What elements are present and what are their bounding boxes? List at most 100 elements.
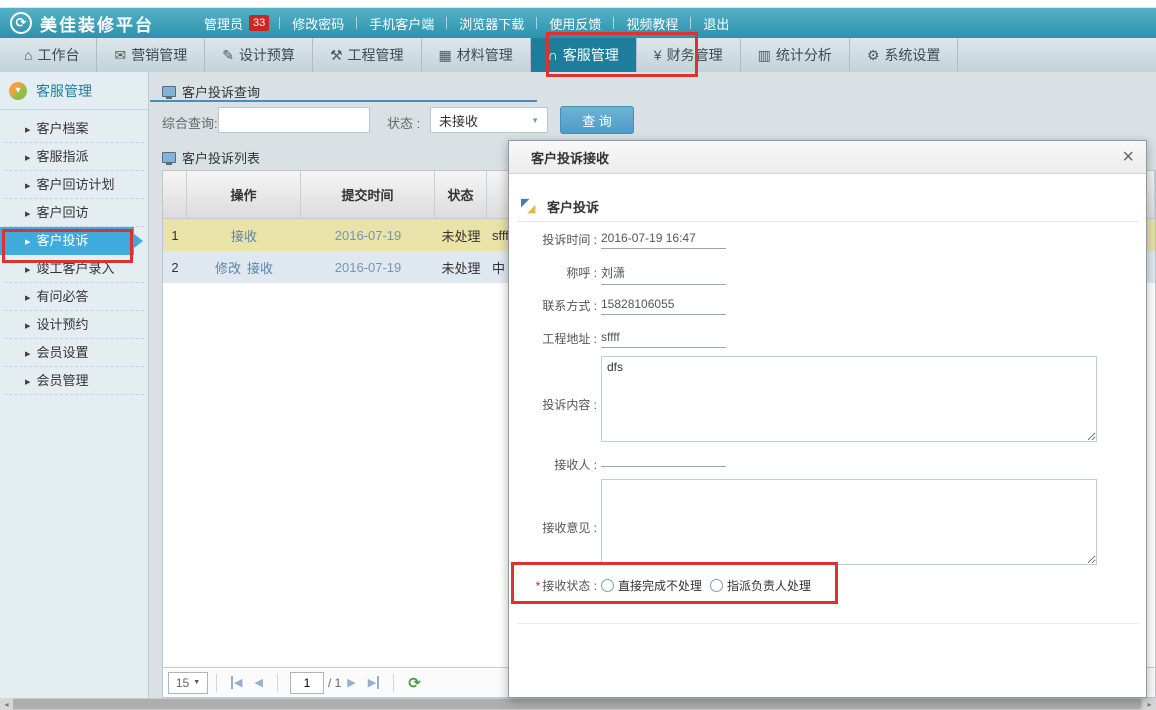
tab-finance[interactable]: ¥ 财务管理 [637, 38, 741, 72]
caret-right-icon: ▸ [25, 124, 31, 136]
status-select-value: 未接收 [439, 111, 478, 130]
tab-label: 工程管理 [348, 45, 404, 65]
module-tabbar: ⌂ 工作台 ✉ 营销管理 ✎ 设计预算 ⚒ 工程管理 ▦ 材料管理 ∩ 客服管理… [0, 38, 1156, 72]
chat-bubble-icon: ✉ [114, 47, 126, 64]
modify-link[interactable]: 修改 [215, 258, 241, 277]
complaint-content-textarea[interactable]: dfs [601, 356, 1097, 442]
receive-state-options: 直接完成不处理 指派负责人处理 [601, 577, 811, 594]
top-menu-browser-download[interactable]: 浏览器下载 [447, 14, 536, 33]
prev-page-button[interactable]: ◀ [254, 676, 262, 689]
sidebar-item-qa[interactable]: ▸有问必答 [4, 283, 144, 311]
row-number: 1 [163, 219, 187, 251]
tab-workbench[interactable]: ⌂ 工作台 [0, 38, 97, 72]
complaint-time-field: 2016-07-19 16:47 [601, 231, 726, 249]
monitor-icon [162, 86, 176, 97]
scroll-right-icon[interactable]: ▸ [1143, 698, 1156, 710]
home-icon: ⌂ [24, 47, 32, 63]
tab-marketing[interactable]: ✉ 营销管理 [97, 38, 205, 72]
tab-customer-service[interactable]: ∩ 客服管理 [531, 38, 637, 72]
top-menu-video-tutorial[interactable]: 视频教程 [614, 14, 690, 33]
receiver-field[interactable] [601, 453, 726, 467]
tab-statistics[interactable]: ▥ 统计分析 [741, 38, 850, 72]
caret-right-icon: ▸ [25, 320, 31, 332]
status-select[interactable]: 未接收 ▼ [430, 107, 548, 133]
scrollbar-thumb[interactable] [13, 699, 1141, 709]
horizontal-scrollbar[interactable]: ◂ ▸ [0, 698, 1156, 710]
top-menu: 管理员 33 修改密码 手机客户端 浏览器下载 使用反馈 视频教程 退出 [192, 14, 741, 33]
tab-label: 材料管理 [457, 45, 513, 65]
sidebar-item-member-manage[interactable]: ▸会员管理 [4, 367, 144, 395]
scroll-left-icon[interactable]: ◂ [0, 698, 13, 710]
grid-icon: ▦ [439, 47, 452, 64]
submit-time: 2016-07-19 [335, 228, 402, 243]
keyword-input[interactable] [218, 107, 370, 133]
caret-right-icon: ▸ [25, 152, 31, 164]
top-menu-user[interactable]: 管理员 [192, 14, 249, 33]
app-logo: ⟳ 美佳装修平台 [10, 11, 154, 36]
gear-icon: ⚙ [867, 47, 880, 64]
name-label: 称呼 : [509, 264, 597, 281]
status-value: 未处理 [435, 219, 487, 251]
sidebar-item-completed-entry[interactable]: ▸竣工客户录入 [4, 255, 144, 283]
receive-link[interactable]: 接收 [247, 258, 273, 277]
address-field: sffff [601, 330, 726, 348]
receive-opinion-textarea[interactable] [601, 479, 1097, 565]
tab-label: 系统设置 [884, 45, 940, 65]
receiver-label: 接收人 : [509, 456, 597, 473]
caret-right-icon: ▸ [25, 376, 31, 388]
dialog-titlebar[interactable]: 客户投诉接收 × [509, 141, 1146, 174]
sidebar-header[interactable]: ▾ 客服管理 [0, 72, 148, 110]
sidebar-item-member-settings[interactable]: ▸会员设置 [4, 339, 144, 367]
sidebar-item-design-booking[interactable]: ▸设计预约 [4, 311, 144, 339]
sidebar-item-visit-plan[interactable]: ▸客户回访计划 [4, 171, 144, 199]
section-divider [517, 221, 1138, 222]
sidebar-item-customer-visit[interactable]: ▸客户回访 [4, 199, 144, 227]
tab-label: 工作台 [37, 45, 79, 65]
list-panel-header: 客户投诉列表 [162, 148, 260, 167]
pager-divider [216, 674, 217, 692]
page-size-select[interactable]: 15 ▼ [168, 672, 208, 694]
edit-icon: ✎ [222, 47, 234, 64]
page-number-input[interactable] [290, 672, 324, 694]
submit-time: 2016-07-19 [335, 260, 402, 275]
sidebar: ▾ 客服管理 ▸客户档案 ▸客服指派 ▸客户回访计划 ▸客户回访 ▸客户投诉 ▸… [0, 72, 149, 698]
radio-assign-manager[interactable] [710, 579, 723, 592]
chevron-down-icon: ▼ [193, 679, 200, 686]
name-field: 刘潇 [601, 264, 726, 285]
radio-complete-directly-label[interactable]: 直接完成不处理 [618, 577, 702, 594]
receive-link[interactable]: 接收 [231, 226, 257, 245]
tab-materials[interactable]: ▦ 材料管理 [422, 38, 531, 72]
top-menu-mobile-client[interactable]: 手机客户端 [357, 14, 446, 33]
close-icon[interactable]: × [1122, 147, 1134, 167]
logo-swirl-icon: ⟳ [10, 12, 32, 34]
first-page-button[interactable]: ◀ [231, 676, 242, 689]
refresh-icon[interactable]: ⟳ [408, 674, 421, 692]
caret-right-icon: ▸ [25, 348, 31, 360]
top-menu-feedback[interactable]: 使用反馈 [537, 14, 613, 33]
last-page-button[interactable]: ▶ [368, 676, 379, 689]
app-title: 美佳装修平台 [40, 11, 154, 36]
sidebar-item-service-assign[interactable]: ▸客服指派 [4, 143, 144, 171]
tab-design-budget[interactable]: ✎ 设计预算 [205, 38, 313, 72]
caret-right-icon: ▸ [25, 180, 31, 192]
dialog-title: 客户投诉接收 [531, 148, 609, 167]
sidebar-item-customer-archive[interactable]: ▸客户档案 [4, 115, 144, 143]
page-total-label: / 1 [328, 676, 341, 690]
section-arrows-icon: ◤ ◢ [521, 196, 539, 214]
required-mark: * [536, 579, 541, 593]
sidebar-item-customer-complaint[interactable]: ▸客户投诉 [0, 227, 134, 255]
radio-assign-manager-label[interactable]: 指派负责人处理 [727, 577, 811, 594]
monitor-icon [162, 152, 176, 163]
radio-complete-directly[interactable] [601, 579, 614, 592]
tab-system-settings[interactable]: ⚙ 系统设置 [850, 38, 959, 72]
tab-engineering[interactable]: ⚒ 工程管理 [313, 38, 422, 72]
top-menu-change-password[interactable]: 修改密码 [280, 14, 356, 33]
dialog-bottom-divider [517, 623, 1138, 624]
top-menu-logout[interactable]: 退出 [691, 14, 741, 33]
notification-badge[interactable]: 33 [249, 15, 269, 31]
next-page-button[interactable]: ▶ [347, 676, 355, 689]
query-panel-header: 客户投诉查询 [162, 82, 260, 101]
search-button[interactable]: 查 询 [560, 106, 634, 134]
receive-state-label: *接收状态 : [509, 577, 597, 594]
page-root: ⟳ 美佳装修平台 管理员 33 修改密码 手机客户端 浏览器下载 使用反馈 视频… [0, 0, 1156, 710]
